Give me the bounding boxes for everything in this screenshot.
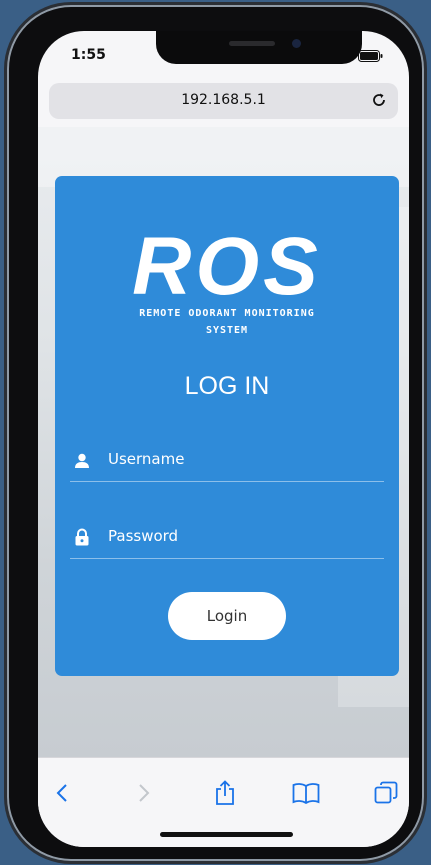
address-bar[interactable]: 192.168.5.1 bbox=[49, 83, 398, 119]
home-indicator[interactable] bbox=[160, 832, 293, 837]
bookmarks-icon bbox=[292, 783, 320, 804]
lock-icon bbox=[75, 528, 89, 546]
password-field[interactable]: Password bbox=[70, 514, 384, 559]
back-button[interactable] bbox=[47, 778, 77, 808]
camera bbox=[292, 39, 301, 48]
username-field[interactable]: Username bbox=[70, 437, 384, 482]
speaker bbox=[229, 41, 275, 46]
back-icon bbox=[56, 784, 67, 802]
status-time: 1:55 bbox=[71, 47, 106, 63]
page-title: LOG IN bbox=[184, 372, 270, 400]
login-button[interactable]: Login bbox=[168, 592, 286, 640]
web-content: ROS REMOTE ODORANT MONITORING SYSTEM LOG… bbox=[38, 127, 409, 757]
logo-text: ROS bbox=[132, 230, 322, 304]
bookmarks-button[interactable] bbox=[291, 778, 321, 808]
forward-button[interactable] bbox=[129, 778, 159, 808]
tabs-icon bbox=[374, 781, 398, 804]
reload-icon[interactable] bbox=[370, 91, 388, 109]
forward-icon bbox=[139, 784, 150, 802]
tabs-button[interactable] bbox=[371, 778, 401, 808]
phone-frame: 1:55 192.168.5.1 ROS REMOTE ODORANT MONI… bbox=[7, 5, 424, 861]
username-placeholder: Username bbox=[108, 450, 185, 468]
phone-screen: 1:55 192.168.5.1 ROS REMOTE ODORANT MONI… bbox=[38, 31, 409, 847]
share-icon bbox=[216, 780, 234, 805]
logo-subtitle: SYSTEM bbox=[205, 325, 249, 336]
login-card: ROS REMOTE ODORANT MONITORING SYSTEM LOG… bbox=[55, 176, 399, 676]
user-icon bbox=[75, 453, 89, 468]
ros-logo: ROS bbox=[132, 221, 322, 312]
logo: ROS REMOTE ODORANT MONITORING SYSTEM bbox=[55, 221, 399, 336]
address-text: 192.168.5.1 bbox=[181, 92, 266, 108]
share-button[interactable] bbox=[210, 778, 240, 808]
password-placeholder: Password bbox=[108, 527, 179, 545]
logo-subtitle: REMOTE ODORANT MONITORING bbox=[139, 308, 315, 319]
battery-icon bbox=[358, 50, 383, 62]
notch bbox=[156, 31, 362, 64]
browser-toolbar bbox=[38, 757, 409, 847]
